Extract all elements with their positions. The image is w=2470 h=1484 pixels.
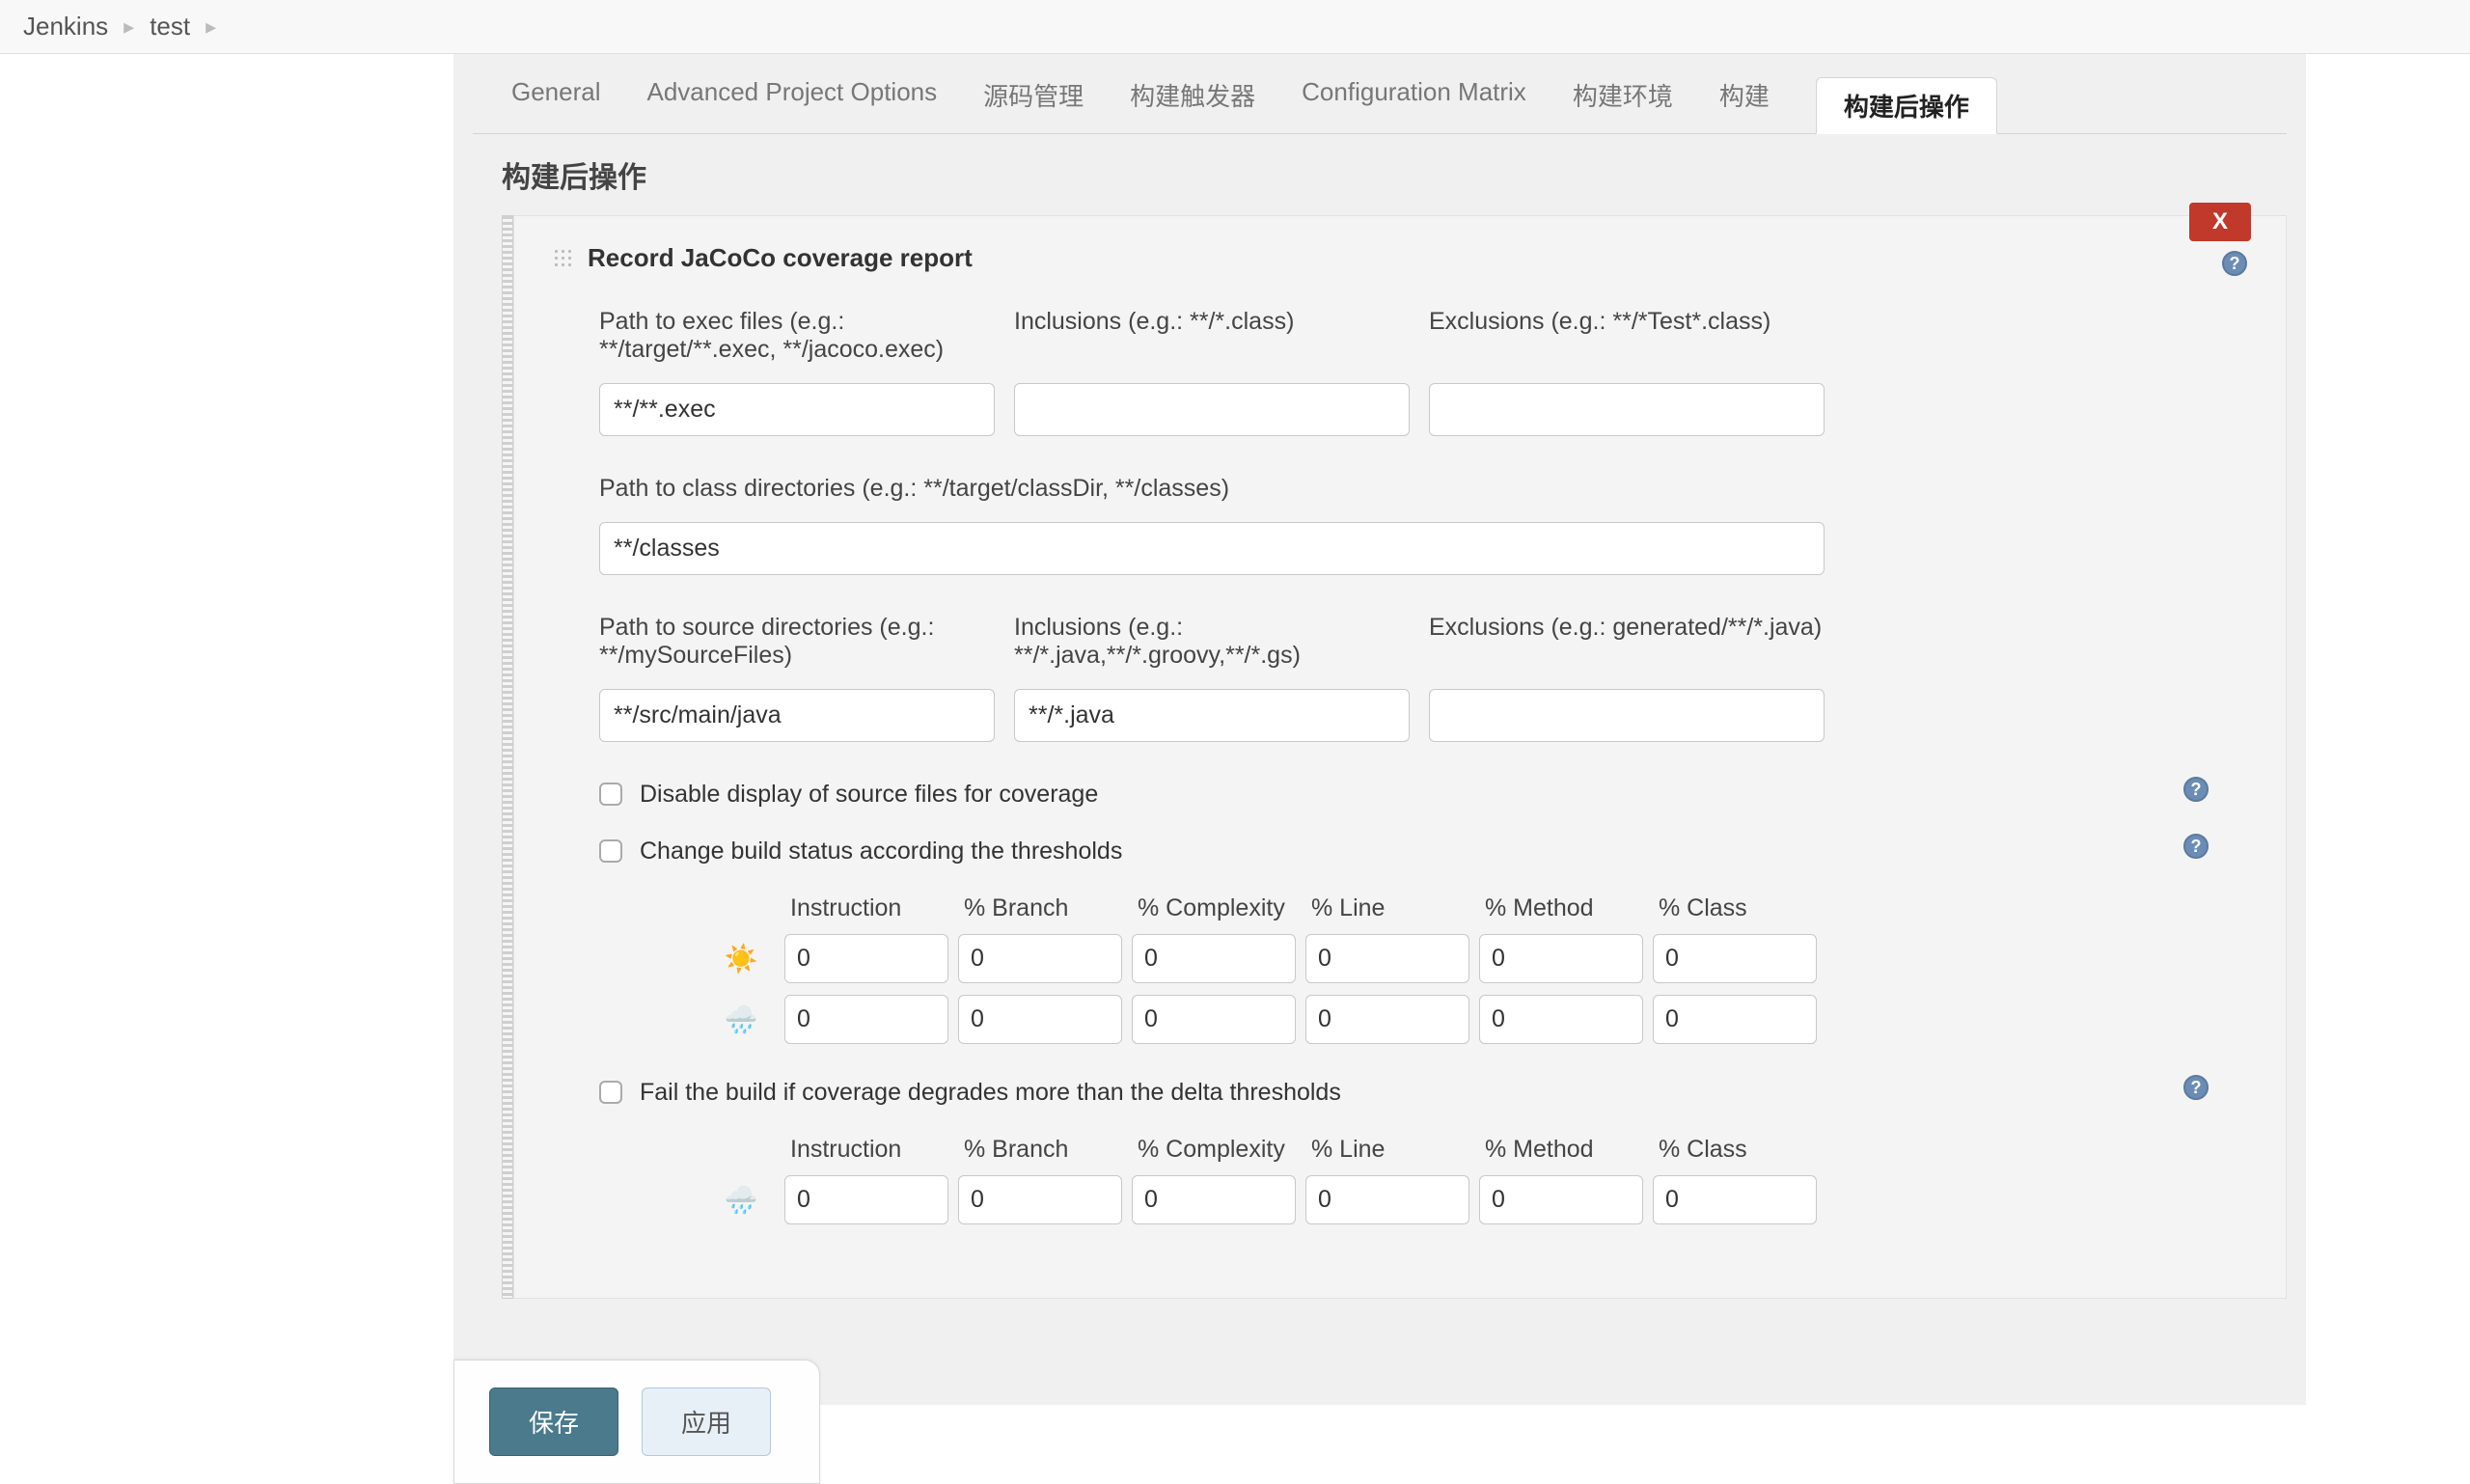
- th-instruction: Instruction: [784, 894, 948, 922]
- stormy-complexity-input[interactable]: [1132, 995, 1296, 1044]
- tab-post-build-actions[interactable]: 构建后操作: [1816, 77, 1997, 134]
- source-path-label: Path to source directories (e.g.: **/myS…: [599, 614, 995, 675]
- jacoco-card: X ? Record JaCoCo coverage report Path t…: [513, 215, 2287, 1299]
- sunny-branch-input[interactable]: [958, 934, 1122, 983]
- th-method: % Method: [1479, 1136, 1643, 1164]
- save-button[interactable]: 保存: [489, 1388, 618, 1456]
- delta-class-input[interactable]: [1653, 1175, 1817, 1224]
- th-line: % Line: [1305, 1136, 1469, 1164]
- delta-branch-input[interactable]: [958, 1175, 1122, 1224]
- drag-handle-icon[interactable]: [553, 248, 574, 269]
- source-inclusions-input[interactable]: [1014, 689, 1410, 742]
- threshold-table: Instruction % Branch % Complexity % Line…: [707, 894, 2247, 1044]
- stormy-instruction-input[interactable]: [784, 995, 948, 1044]
- stormy-line-input[interactable]: [1305, 995, 1469, 1044]
- sunny-method-input[interactable]: [1479, 934, 1643, 983]
- classdir-input[interactable]: [599, 522, 1825, 575]
- stormy-icon: 🌧️: [707, 1184, 775, 1216]
- disable-source-checkbox[interactable]: [599, 783, 622, 806]
- exec-exclusions-input[interactable]: [1429, 383, 1825, 436]
- left-gutter: [0, 54, 453, 1405]
- tab-scm[interactable]: 源码管理: [983, 77, 1084, 133]
- exec-exclusions-label: Exclusions (e.g.: **/*Test*.class): [1429, 308, 1825, 370]
- delta-complexity-input[interactable]: [1132, 1175, 1296, 1224]
- fail-build-label: Fail the build if coverage degrades more…: [640, 1079, 1341, 1107]
- delta-method-input[interactable]: [1479, 1175, 1643, 1224]
- apply-button[interactable]: 应用: [642, 1388, 771, 1456]
- sunny-complexity-input[interactable]: [1132, 934, 1296, 983]
- breadcrumb-item-jenkins[interactable]: Jenkins: [23, 12, 108, 41]
- source-path-input[interactable]: [599, 689, 995, 742]
- change-status-checkbox[interactable]: [599, 839, 622, 863]
- delta-threshold-table: Instruction % Branch % Complexity % Line…: [707, 1136, 2247, 1224]
- exec-path-label: Path to exec files (e.g.: **/target/**.e…: [599, 308, 995, 370]
- th-branch: % Branch: [958, 1136, 1122, 1164]
- source-exclusions-label: Exclusions (e.g.: generated/**/*.java): [1429, 614, 1825, 675]
- sunny-instruction-input[interactable]: [784, 934, 948, 983]
- breadcrumb: Jenkins ▸ test ▸: [0, 0, 2470, 54]
- help-icon[interactable]: ?: [2183, 777, 2209, 802]
- breadcrumb-item-test[interactable]: test: [150, 12, 190, 41]
- delta-line-input[interactable]: [1305, 1175, 1469, 1224]
- th-line: % Line: [1305, 894, 1469, 922]
- disable-source-label: Disable display of source files for cove…: [640, 781, 1098, 809]
- stormy-icon: 🌧️: [707, 1003, 775, 1035]
- th-method: % Method: [1479, 894, 1643, 922]
- sunny-class-input[interactable]: [1653, 934, 1817, 983]
- delta-instruction-input[interactable]: [784, 1175, 948, 1224]
- th-instruction: Instruction: [784, 1136, 948, 1164]
- tab-advanced-project-options[interactable]: Advanced Project Options: [647, 77, 938, 133]
- stormy-method-input[interactable]: [1479, 995, 1643, 1044]
- tab-build[interactable]: 构建: [1719, 77, 1770, 133]
- th-class: % Class: [1653, 1136, 1817, 1164]
- chevron-right-icon: ▸: [206, 14, 216, 40]
- tab-build-environment[interactable]: 构建环境: [1573, 77, 1673, 133]
- config-panel: General Advanced Project Options 源码管理 构建…: [453, 54, 2306, 1405]
- exec-inclusions-label: Inclusions (e.g.: **/*.class): [1014, 308, 1410, 370]
- stormy-class-input[interactable]: [1653, 995, 1817, 1044]
- section-title: 构建后操作: [473, 134, 2287, 196]
- exec-inclusions-input[interactable]: [1014, 383, 1410, 436]
- exec-path-input[interactable]: [599, 383, 995, 436]
- stormy-branch-input[interactable]: [958, 995, 1122, 1044]
- sunny-line-input[interactable]: [1305, 934, 1469, 983]
- footer-bar: 保存 应用: [453, 1360, 820, 1484]
- reorder-grip[interactable]: [502, 215, 513, 1299]
- fail-build-checkbox[interactable]: [599, 1081, 622, 1104]
- config-tabs: General Advanced Project Options 源码管理 构建…: [473, 54, 2287, 134]
- help-icon[interactable]: ?: [2222, 251, 2247, 276]
- tab-build-triggers[interactable]: 构建触发器: [1130, 77, 1255, 133]
- card-title: Record JaCoCo coverage report: [588, 243, 973, 273]
- th-class: % Class: [1653, 894, 1817, 922]
- chevron-right-icon: ▸: [124, 14, 134, 40]
- source-inclusions-label: Inclusions (e.g.: **/*.java,**/*.groovy,…: [1014, 614, 1410, 675]
- source-exclusions-input[interactable]: [1429, 689, 1825, 742]
- tab-general[interactable]: General: [511, 77, 601, 133]
- th-complexity: % Complexity: [1132, 894, 1296, 922]
- th-complexity: % Complexity: [1132, 1136, 1296, 1164]
- delete-step-button[interactable]: X: [2189, 203, 2251, 241]
- change-status-label: Change build status according the thresh…: [640, 838, 1122, 866]
- sunny-icon: ☀️: [707, 943, 775, 975]
- classdir-label: Path to class directories (e.g.: **/targ…: [599, 475, 2247, 503]
- tab-configuration-matrix[interactable]: Configuration Matrix: [1302, 77, 1526, 133]
- th-branch: % Branch: [958, 894, 1122, 922]
- help-icon[interactable]: ?: [2183, 834, 2209, 859]
- help-icon[interactable]: ?: [2183, 1075, 2209, 1100]
